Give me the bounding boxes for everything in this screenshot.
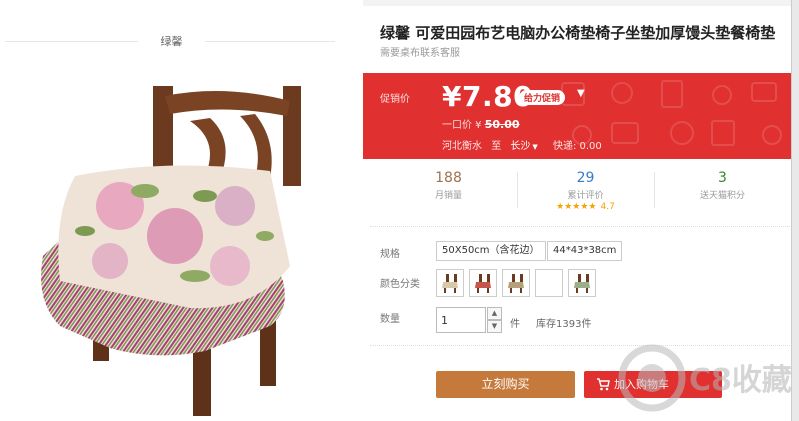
divider	[205, 41, 335, 42]
stat-points: 3 送天猫积分	[654, 170, 791, 201]
promo-panel: 促销价 ¥7.80 给力促销 ▼ 一口价 ¥ 50.00 河北衡水 至 长沙 ▼ …	[363, 73, 792, 159]
color-thumbnail	[574, 274, 590, 293]
color-thumbnail	[508, 274, 524, 293]
divider	[370, 226, 792, 227]
stats-bar: 188 月销量 29 累计评价 ★★★★★ 4.7 3 送天猫积分	[380, 170, 792, 220]
reviews-label: 累计评价	[567, 191, 604, 201]
color-thumbnail	[475, 274, 491, 293]
chevron-down-icon[interactable]: ▼	[577, 88, 585, 99]
ship-to-selector[interactable]: 长沙 ▼	[510, 141, 543, 152]
points-count: 3	[718, 170, 727, 186]
original-price: 50.00	[484, 118, 520, 131]
shop-name[interactable]: 绿馨	[138, 33, 205, 49]
product-main-image[interactable]	[15, 86, 320, 421]
ship-to-city: 长沙	[510, 141, 531, 152]
color-thumbnail	[442, 274, 458, 293]
shipping-row: 河北衡水 至 长沙 ▼ 快递: 0.00	[442, 137, 608, 152]
stat-reviews[interactable]: 29 累计评价 ★★★★★ 4.7	[517, 170, 654, 212]
ship-to-word: 至	[491, 141, 502, 152]
color-option-3[interactable]	[502, 269, 530, 297]
product-subtitle: 需要桌布联系客服	[380, 48, 460, 59]
quantity-label: 数量	[380, 314, 400, 325]
buy-now-button[interactable]: 立刻购买	[436, 371, 575, 398]
product-info-panel: 绿馨 可爱田园布艺电脑办公椅垫椅子坐垫加厚馒头垫餐椅垫 需要桌布联系客服 促销价	[363, 0, 799, 421]
chevron-up-icon: ▲	[491, 309, 498, 317]
add-to-cart-label: 加入购物车	[614, 378, 669, 391]
stat-sales: 188 月销量	[380, 170, 517, 201]
color-label: 颜色分类	[380, 279, 420, 290]
quantity-unit: 件	[510, 319, 520, 330]
divider	[5, 41, 138, 42]
top-strip	[363, 0, 799, 6]
chevron-down-icon: ▼	[491, 322, 498, 330]
color-option-5[interactable]	[568, 269, 596, 297]
color-option-2[interactable]	[469, 269, 497, 297]
quantity-increase-button[interactable]: ▲	[487, 307, 502, 320]
scrollbar[interactable]	[791, 0, 799, 421]
star-icons: ★★★★★	[556, 202, 597, 212]
ship-from: 河北衡水	[442, 141, 482, 152]
sales-label: 月销量	[434, 191, 462, 201]
quantity-input[interactable]	[436, 307, 486, 333]
points-label: 送天猫积分	[699, 191, 745, 201]
spec-label: 规格	[380, 249, 400, 260]
quantity-decrease-button[interactable]: ▼	[487, 320, 502, 333]
reviews-count[interactable]: 29	[517, 170, 654, 186]
divider	[370, 345, 792, 346]
shop-header: 绿馨	[5, 28, 335, 54]
cart-icon	[597, 378, 610, 391]
chevron-down-icon: ▼	[532, 143, 538, 151]
spec-option-1[interactable]: 50X50cm（含花边）	[436, 241, 546, 261]
original-price-row: 一口价 ¥ 50.00	[442, 116, 520, 131]
stock-count: 库存1393件	[536, 319, 592, 330]
shipping-fee: 快递: 0.00	[552, 141, 602, 152]
spec-option-2[interactable]: 44*43*38cm	[547, 241, 623, 261]
product-title: 绿馨 可爱田园布艺电脑办公椅垫椅子坐垫加厚馒头垫餐椅垫	[380, 24, 776, 42]
promo-badge[interactable]: 给力促销	[519, 90, 566, 105]
sales-count: 188	[435, 170, 462, 186]
original-price-label: 一口价 ¥	[442, 120, 482, 131]
promo-price-label: 促销价	[380, 94, 410, 105]
rating-value: 4.7	[600, 202, 615, 212]
color-option-4[interactable]	[535, 269, 563, 297]
color-option-1[interactable]	[436, 269, 464, 297]
product-page: 绿馨 绿馨 可爱田园布艺电脑办公椅垫椅子坐垫加厚馒头垫餐椅垫 需要桌布联系客服 …	[0, 0, 799, 421]
rating-stars: ★★★★★ 4.7	[517, 202, 654, 212]
add-to-cart-button[interactable]: 加入购物车	[584, 371, 722, 398]
